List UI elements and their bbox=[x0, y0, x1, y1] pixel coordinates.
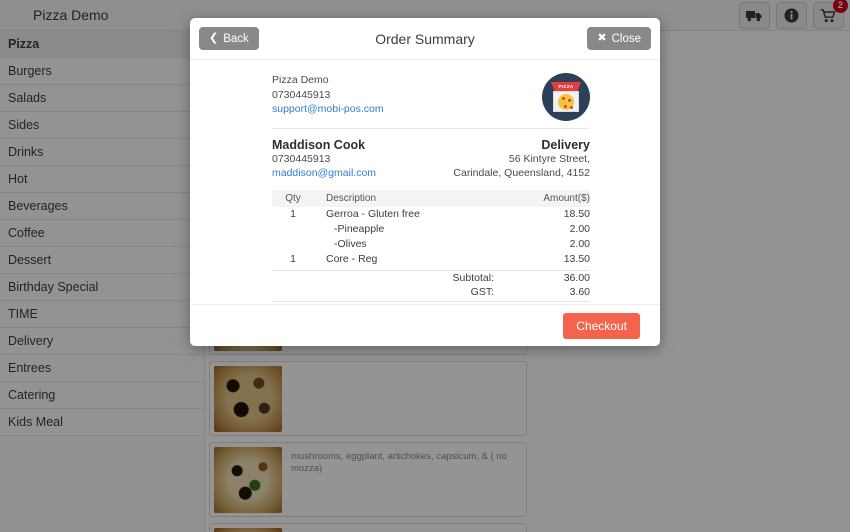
column-header-amount: Amount($) bbox=[520, 189, 590, 207]
table-body: 1 Gerroa - Gluten free 18.50 -Pineapple … bbox=[272, 207, 590, 269]
merchant-block: Pizza Demo 0730445913 support@mobi-pos.c… bbox=[272, 73, 590, 121]
cell-description: Gerroa - Gluten free bbox=[326, 208, 420, 220]
gst-row: GST: 3.60 bbox=[272, 285, 590, 299]
dialog-header: ❮ Back Order Summary ✖ Close bbox=[190, 18, 660, 60]
column-header-qty: Qty bbox=[272, 189, 314, 207]
checkout-button[interactable]: Checkout bbox=[563, 312, 640, 339]
close-x-icon: ✖ bbox=[597, 32, 607, 44]
gst-value: 3.60 bbox=[569, 286, 590, 298]
customer-phone: 0730445913 bbox=[272, 152, 331, 165]
subtotal-label: Subtotal: bbox=[452, 272, 494, 284]
totals-block: Subtotal: 36.00 GST: 3.60 Grand Total: 3… bbox=[272, 270, 590, 304]
close-button[interactable]: ✖ Close bbox=[587, 27, 651, 50]
merchant-name: Pizza Demo bbox=[272, 74, 329, 86]
pizza-logo-icon: PIZZA bbox=[542, 73, 590, 121]
customer-email-link[interactable]: maddison@gmail.com bbox=[272, 166, 376, 181]
subtotal-value: 36.00 bbox=[563, 272, 590, 284]
cell-qty: 1 bbox=[290, 253, 296, 265]
delivery-address-line2: Carindale, Queensland, 4152 bbox=[453, 167, 590, 179]
order-items-table: Qty Description Amount($) 1 Gerroa - Glu… bbox=[272, 189, 590, 269]
dialog-body: Pizza Demo 0730445913 support@mobi-pos.c… bbox=[190, 60, 660, 304]
shop-box-shape bbox=[553, 91, 579, 112]
cell-amount: 18.50 bbox=[563, 208, 590, 220]
cell-description: Core - Reg bbox=[326, 253, 378, 265]
dialog-footer: Checkout bbox=[190, 304, 660, 346]
grand-total-row: Grand Total: 39.60 bbox=[272, 301, 590, 304]
cell-qty: 1 bbox=[290, 208, 296, 220]
logo-text: PIZZA bbox=[558, 84, 574, 89]
customer-name: Maddison Cook bbox=[272, 137, 366, 152]
dialog-title: Order Summary bbox=[375, 30, 475, 47]
delivery-address-line1: 56 Kintyre Street, bbox=[508, 152, 590, 165]
cell-qty bbox=[272, 237, 314, 252]
table-row: 1 Gerroa - Gluten free 18.50 bbox=[272, 207, 590, 222]
order-summary-dialog: ❮ Back Order Summary ✖ Close Pizza Demo … bbox=[190, 18, 660, 346]
close-button-label: Close bbox=[611, 32, 641, 45]
table-row: 1 Core - Reg 13.50 bbox=[272, 252, 590, 269]
table-header-row: Qty Description Amount($) bbox=[272, 189, 590, 207]
chevron-left-icon: ❮ bbox=[209, 32, 219, 44]
column-header-description: Description bbox=[314, 189, 520, 207]
table-row: -Pineapple 2.00 bbox=[272, 222, 590, 237]
cell-qty bbox=[272, 222, 314, 237]
table-row: -Olives 2.00 bbox=[272, 237, 590, 252]
cell-description: -Olives bbox=[334, 238, 367, 250]
delivery-type: Delivery bbox=[541, 137, 590, 152]
awning-shape: PIZZA bbox=[551, 82, 581, 91]
section-divider bbox=[272, 127, 590, 129]
cell-amount: 2.00 bbox=[569, 223, 590, 235]
back-button-label: Back bbox=[223, 32, 249, 45]
table-header: Qty Description Amount($) bbox=[272, 189, 590, 207]
gst-label: GST: bbox=[470, 286, 494, 298]
back-button[interactable]: ❮ Back bbox=[199, 27, 259, 50]
cell-amount: 13.50 bbox=[563, 253, 590, 265]
customer-details: Maddison Cook 0730445913 maddison@gmail.… bbox=[272, 138, 376, 181]
customer-block: Maddison Cook 0730445913 maddison@gmail.… bbox=[272, 138, 590, 181]
cell-description: -Pineapple bbox=[334, 223, 385, 235]
subtotal-row: Subtotal: 36.00 bbox=[272, 271, 590, 285]
delivery-details: Delivery 56 Kintyre Street, Carindale, Q… bbox=[453, 138, 590, 181]
cell-amount: 2.00 bbox=[569, 238, 590, 250]
pizza-pie-shape bbox=[558, 93, 574, 110]
